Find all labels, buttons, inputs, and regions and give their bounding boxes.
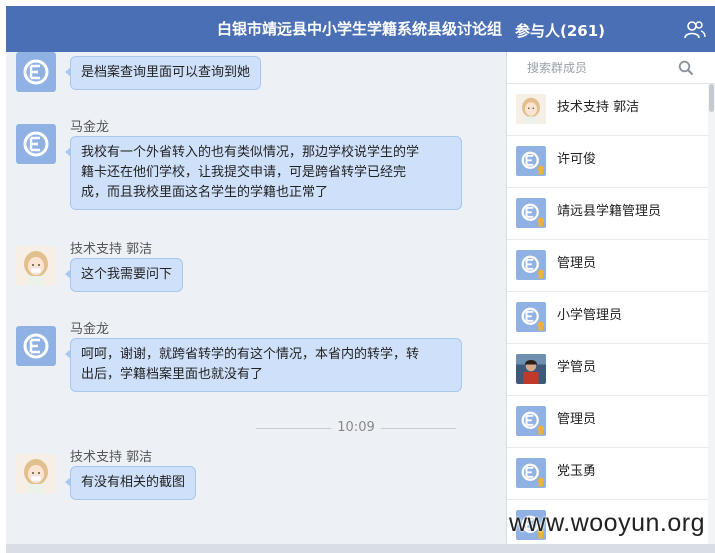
member-name: 管理员 [557, 412, 597, 427]
sender-name: 技术支持 郭洁 [70, 242, 153, 257]
chat-header: 白银市靖远县中小学生学籍系统县级讨论组 [6, 6, 506, 52]
member-item[interactable]: 靖远县学籍管理员 [507, 188, 709, 240]
default-avatar-icon[interactable] [16, 124, 56, 164]
admin-avatar-icon [516, 250, 546, 280]
member-name: 技术支持 郭洁 [557, 100, 640, 115]
search-icon[interactable] [678, 60, 694, 76]
bottom-input-bar [6, 544, 715, 553]
member-search-input[interactable] [527, 59, 667, 77]
message-bubble: 有没有相关的截图 [64, 466, 197, 500]
member-name: 管理员 [557, 256, 597, 271]
member-item[interactable]: 许可俊 [507, 136, 709, 188]
message-line: 籍卡还在他们学校，让我提交申请，可是跨省转学已经完 [81, 165, 407, 180]
sender-name: 马金龙 [70, 322, 110, 337]
default-avatar-icon[interactable] [16, 326, 56, 366]
message-bubble: 呵呵，谢谢，就跨省转学的有这个情况，本省内的转学，转 出后，学籍档案里面也就没有… [65, 338, 462, 392]
member-item[interactable]: 管理员 [507, 396, 709, 448]
message-line: 出后，学籍档案里面也就没有了 [81, 367, 264, 382]
member-name: 学管员 [557, 360, 597, 375]
admin-avatar-icon [516, 146, 546, 176]
girl-avatar-icon[interactable] [16, 454, 56, 494]
message-bubble: 这个我需要问下 [64, 258, 184, 292]
admin-avatar-icon [516, 302, 546, 332]
member-name: 小学管理员 [557, 308, 623, 323]
girl-avatar-icon [516, 94, 546, 124]
message-bubble: 我校有一个外省转入的也有类似情况，那边学校说学生的学 籍卡还在他们学校，让我提交… [65, 136, 462, 210]
message-line: 成，而且我校里面这名学生的学籍也正常了 [81, 185, 329, 200]
member-list: 技术支持 郭洁 许可俊 靖远县学籍管理员 管理员 小学管理员 学管员 管理员 党… [507, 84, 709, 544]
girl-avatar-icon[interactable] [16, 246, 56, 286]
people-icon[interactable] [683, 20, 707, 40]
admin-avatar-icon [516, 198, 546, 228]
time-divider: 10:09 [256, 418, 456, 438]
member-name: 靖远县学籍管理员 [557, 204, 662, 219]
default-avatar-icon[interactable] [16, 52, 56, 92]
message-line: 我校有一个外省转入的也有类似情况，那边学校说学生的学 [81, 145, 420, 160]
participants-header: 参与人(261) [506, 6, 715, 52]
message-line: 呵呵，谢谢，就跨省转学的有这个情况，本省内的转学，转 [81, 347, 420, 362]
chat-messages[interactable]: 是档案查询里面可以查询到她 马金龙 我校有一个外省转入的也有类似情况，那边学校说… [6, 52, 506, 544]
sender-name: 马金龙 [70, 120, 110, 135]
scroll-thumb[interactable] [709, 84, 714, 112]
participants-panel: 技术支持 郭洁 许可俊 [506, 52, 715, 544]
group-title: 白银市靖远县中小学生学籍系统县级讨论组 [216, 20, 502, 38]
watermark: www.wooyun.org [509, 509, 705, 537]
member-item[interactable]: 党玉勇 [507, 448, 709, 500]
photo-avatar-icon [516, 354, 546, 384]
sender-name: 技术支持 郭洁 [70, 450, 153, 465]
member-item[interactable]: 小学管理员 [507, 292, 709, 344]
member-item[interactable]: 管理员 [507, 240, 709, 292]
message-bubble: 是档案查询里面可以查询到她 [64, 56, 262, 90]
member-list-scrollbar[interactable] [708, 84, 715, 544]
member-name: 党玉勇 [557, 464, 597, 479]
member-item[interactable]: 学管员 [507, 344, 709, 396]
member-name: 许可俊 [557, 152, 597, 167]
member-item[interactable]: 技术支持 郭洁 [507, 84, 709, 136]
participants-title: 参与人(261) [515, 22, 606, 40]
member-search [507, 52, 715, 84]
admin-avatar-icon [516, 406, 546, 436]
admin-avatar-icon [516, 458, 546, 488]
